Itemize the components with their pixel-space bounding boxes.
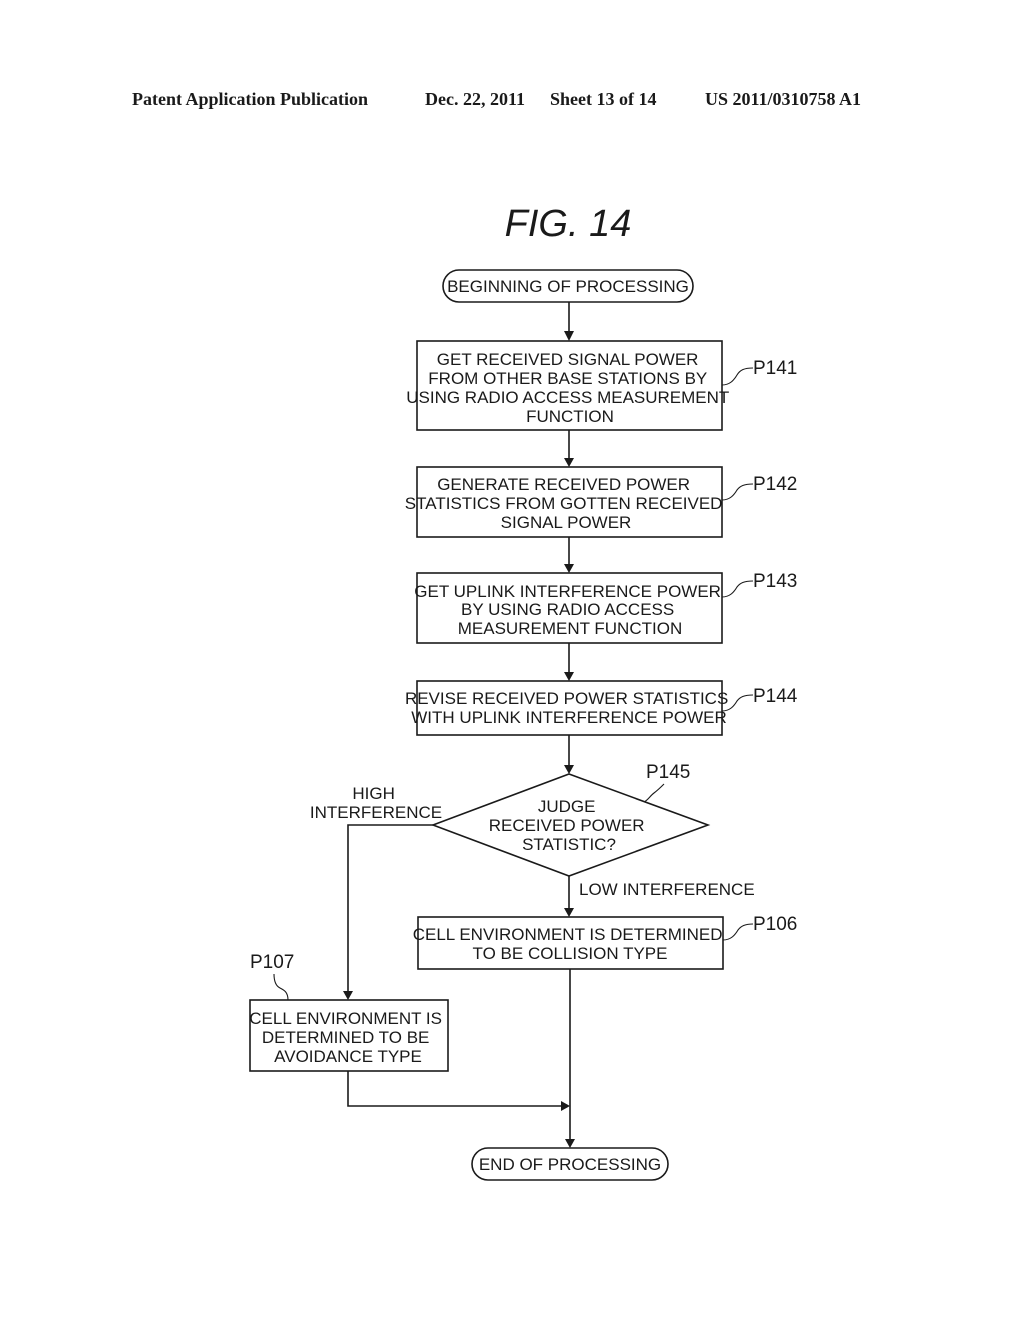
branch-high-label: HIGH INTERFERENCE (310, 784, 442, 822)
step-p144: REVISE RECEIVED POWER STATISTICS WITH UP… (405, 680, 798, 736)
step-p106: CELL ENVIRONMENT IS DETERMINED TO BE COL… (413, 914, 797, 970)
step-p142: GENERATE RECEIVED POWER STATISTICS FROM … (405, 466, 797, 538)
end-terminal: END OF PROCESSING (471, 1147, 669, 1181)
branch-low-label: LOW INTERFERENCE (579, 880, 755, 899)
step-p106-id: P106 (753, 914, 797, 935)
step-p141: GET RECEIVED SIGNAL POWER FROM OTHER BAS… (406, 340, 797, 431)
step-p144-text: REVISE RECEIVED POWER STATISTICS WITH UP… (405, 689, 733, 727)
step-p107-text: CELL ENVIRONMENT IS DETERMINED TO BE AVO… (249, 1009, 446, 1066)
step-p141-id: P141 (753, 358, 797, 379)
step-p143-id: P143 (753, 571, 797, 592)
flowchart: BEGINNING OF PROCESSING GET RECEIVED SIG… (249, 269, 798, 1181)
step-p107-id: P107 (250, 952, 294, 973)
step-p142-id: P142 (753, 474, 797, 495)
step-p143: GET UPLINK INTERFERENCE POWER BY USING R… (414, 571, 797, 644)
end-label: END OF PROCESSING (479, 1155, 661, 1174)
start-label: BEGINNING OF PROCESSING (447, 277, 689, 296)
start-terminal: BEGINNING OF PROCESSING (442, 269, 694, 303)
step-p144-id: P144 (753, 686, 798, 707)
decision-p145-id: P145 (646, 762, 690, 783)
decision-p145: JUDGE RECEIVED POWER STATISTIC? P145 (430, 762, 711, 877)
